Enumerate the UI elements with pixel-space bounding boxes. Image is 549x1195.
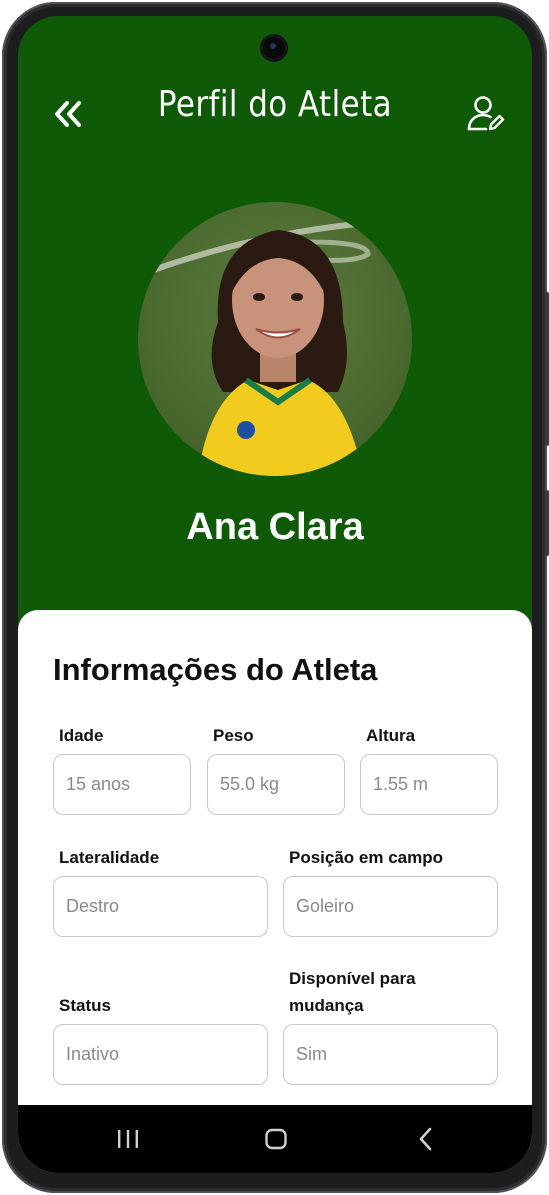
system-navigation-bar — [18, 1105, 532, 1173]
athlete-photo-illustration — [146, 219, 379, 476]
front-camera — [263, 37, 285, 59]
page-title: Perfil do Atleta — [157, 84, 393, 125]
home-icon — [265, 1128, 287, 1150]
athlete-info-card: Informações do Atleta Idade 15 anos Peso… — [18, 610, 532, 1173]
edit-profile-button[interactable] — [464, 92, 508, 136]
idade-label: Idade — [59, 726, 104, 745]
user-edit-icon — [467, 96, 505, 131]
posicao-label: Posição em campo — [289, 848, 444, 867]
disponivel-label-line2: mudança — [289, 996, 364, 1015]
athlete-photo — [138, 202, 412, 476]
recent-apps-icon — [118, 1130, 138, 1148]
disponivel-field[interactable]: Sim — [283, 1024, 498, 1085]
phone-frame: Perfil do Atleta Ana Clara Informações d… — [2, 2, 549, 1193]
posicao-field[interactable]: Goleiro — [283, 876, 498, 937]
idade-field[interactable]: 15 anos — [53, 754, 191, 815]
back-nav-button[interactable] — [408, 1123, 444, 1155]
disponivel-label-line1: Disponível para — [289, 969, 416, 988]
lateralidade-label: Lateralidade — [59, 848, 160, 867]
altura-label: Altura — [366, 726, 416, 745]
athlete-name: Ana Clara — [186, 506, 364, 548]
peso-label: Peso — [213, 726, 254, 745]
peso-field[interactable]: 55.0 kg — [207, 754, 345, 815]
power-button — [545, 490, 549, 556]
back-icon — [419, 1127, 432, 1151]
screen: Perfil do Atleta Ana Clara Informações d… — [18, 16, 532, 1173]
section-title: Informações do Atleta — [53, 652, 378, 687]
profile-header: Perfil do Atleta Ana Clara — [18, 16, 532, 616]
volume-button — [545, 292, 549, 446]
altura-field[interactable]: 1.55 m — [360, 754, 498, 815]
status-field[interactable]: Inativo — [53, 1024, 268, 1085]
lateralidade-field[interactable]: Destro — [53, 876, 268, 937]
disponivel-label: Disponível para mudança — [289, 965, 416, 1019]
recent-apps-button[interactable] — [110, 1123, 146, 1155]
home-button[interactable] — [258, 1123, 294, 1155]
status-label: Status — [59, 996, 111, 1015]
